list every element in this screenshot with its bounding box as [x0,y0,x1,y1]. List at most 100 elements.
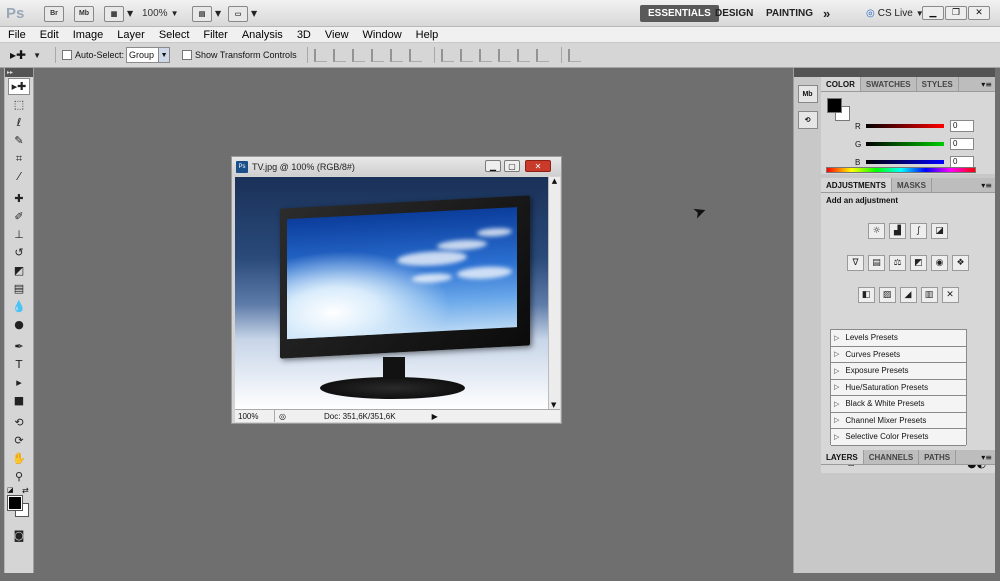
blue-slider[interactable] [866,160,944,164]
rectangle-tool-icon[interactable]: ■ [8,392,30,409]
history-brush-tool-icon[interactable]: ↺ [8,244,30,261]
restore-button[interactable]: ❐ [945,6,967,20]
dock-collapse-bar[interactable] [821,68,995,77]
crop-tool-icon[interactable]: ⌗ [8,150,30,167]
screen-mode-button[interactable]: ▭ ▼ [228,4,257,23]
list-item[interactable]: ▷ Curves Presets [831,346,966,363]
doc-maximize-button[interactable]: ▢ [504,160,520,172]
black-white-icon[interactable]: ◩ [910,255,927,271]
pen-tool-icon[interactable]: ✒ [8,338,30,355]
tab-adjustments[interactable]: ADJUSTMENTS [821,178,893,192]
red-value-input[interactable]: 0 [950,120,974,132]
list-item[interactable]: ▷ Black & White Presets [831,396,966,413]
history-panel-icon[interactable]: ⟲ [797,111,818,129]
tools-panel-collapse[interactable]: ▸▸ [5,68,33,77]
healing-brush-tool-icon[interactable]: ✚ [8,190,30,207]
levels-icon[interactable]: ▟ [889,223,906,239]
list-item[interactable]: ▷ Selective Color Presets [831,429,966,446]
green-value-input[interactable]: 0 [950,138,974,150]
align-horizontal-center-icon[interactable] [389,48,403,62]
menu-select[interactable]: Select [151,29,196,41]
align-top-icon[interactable] [313,48,327,62]
scroll-up-icon[interactable]: ▲ [549,177,560,185]
distribute-horizontal-center-icon[interactable] [516,48,530,62]
color-spectrum[interactable] [826,167,976,173]
auto-select-checkbox[interactable] [62,50,72,60]
posterize-icon[interactable]: ▨ [878,287,896,303]
menu-window[interactable]: Window [355,29,408,41]
brightness-contrast-icon[interactable]: ☼ [868,223,885,239]
close-app-button[interactable]: ✕ [968,6,990,20]
cs-live-button[interactable]: ◎ CS Live ▼ [858,5,932,22]
document-canvas[interactable] [235,177,548,409]
move-tool-icon[interactable]: ▸✚ [8,78,30,95]
move-tool-preset-picker[interactable]: ▸✚ [10,48,26,62]
list-item[interactable]: ▷ Exposure Presets [831,363,966,380]
arrange-documents-button[interactable]: ▤ ▼ [192,4,221,23]
menu-help[interactable]: Help [408,29,445,41]
channel-mixer-icon[interactable]: ❖ [952,255,969,271]
vertical-scrollbar[interactable]: ▲ ▼ [548,177,560,409]
launch-bridge-button[interactable]: Br [44,4,64,23]
menu-file[interactable]: File [0,29,32,41]
3d-orbit-tool-icon[interactable]: ⟳ [8,432,30,449]
selective-color-icon[interactable]: ✕ [941,287,959,303]
workspace-painting[interactable]: PAINTING [758,5,821,22]
distribute-right-icon[interactable] [535,48,549,62]
tab-color[interactable]: COLOR [821,77,861,91]
menu-layer[interactable]: Layer [109,29,151,41]
list-item[interactable]: ▷ Levels Presets [831,330,966,347]
launch-minibridge-button[interactable]: Mb [74,4,94,23]
distribute-bottom-icon[interactable] [478,48,492,62]
lasso-tool-icon[interactable]: ℓ [8,114,30,131]
align-vertical-center-icon[interactable] [332,48,346,62]
tab-layers[interactable]: LAYERS [821,450,864,464]
doc-zoom-field[interactable]: 100% [235,410,275,422]
minimize-button[interactable]: ▁ [922,6,944,20]
status-menu-arrow-icon[interactable]: ▶ [432,412,438,421]
list-item[interactable]: ▷ Hue/Saturation Presets [831,379,966,396]
view-extras-button[interactable]: ▦ ▼ [104,4,133,23]
mini-bridge-panel-icon[interactable]: Mb [797,85,818,103]
distribute-top-icon[interactable] [440,48,454,62]
blur-tool-icon[interactable]: 💧 [8,298,30,315]
hue-saturation-icon[interactable]: ▤ [868,255,885,271]
path-selection-tool-icon[interactable]: ▸ [8,374,30,391]
show-transform-controls-checkbox[interactable] [182,50,193,60]
menu-3d[interactable]: 3D [289,29,317,41]
zoom-level-select[interactable]: 100% ▼ [142,4,179,23]
menu-view[interactable]: View [317,29,355,41]
tab-swatches[interactable]: SWATCHES [861,77,917,91]
clone-stamp-tool-icon[interactable]: ⊥ [8,226,30,243]
align-right-icon[interactable] [408,48,422,62]
eraser-tool-icon[interactable]: ◩ [8,262,30,279]
scroll-down-icon[interactable]: ▼ [551,401,556,409]
distribute-left-icon[interactable] [497,48,511,62]
vibrance-icon[interactable]: ∇ [847,255,864,271]
marquee-tool-icon[interactable]: ⬚ [8,96,30,113]
auto-select-target-select[interactable]: Group ▼ [126,47,171,63]
quick-mask-icon[interactable]: ◙ [8,527,30,544]
invert-icon[interactable]: ◧ [857,287,875,303]
auto-align-layers-icon[interactable] [567,48,581,62]
type-tool-icon[interactable]: T [8,356,30,373]
gradient-tool-icon[interactable]: ▤ [8,280,30,297]
menu-edit[interactable]: Edit [32,29,65,41]
foreground-color-swatch[interactable] [7,495,23,511]
align-left-icon[interactable] [370,48,384,62]
color-balance-icon[interactable]: ⚖ [889,255,906,271]
tab-masks[interactable]: MASKS [892,178,932,192]
zoom-tool-icon[interactable]: ⚲ [8,468,30,485]
curves-icon[interactable]: ∫ [910,223,927,239]
tab-paths[interactable]: PATHS [919,450,957,464]
photo-filter-icon[interactable]: ◉ [931,255,948,271]
quick-selection-tool-icon[interactable]: ✎ [8,132,30,149]
distribute-vertical-center-icon[interactable] [459,48,473,62]
menu-image[interactable]: Image [65,29,110,41]
color-fg-swatch[interactable] [827,98,842,113]
tab-styles[interactable]: STYLES [917,77,959,91]
panel-menu-icon[interactable]: ▾≡ [981,181,992,190]
brush-tool-icon[interactable]: ✐ [8,208,30,225]
dodge-tool-icon[interactable]: ● [8,316,30,333]
menu-analysis[interactable]: Analysis [234,29,289,41]
